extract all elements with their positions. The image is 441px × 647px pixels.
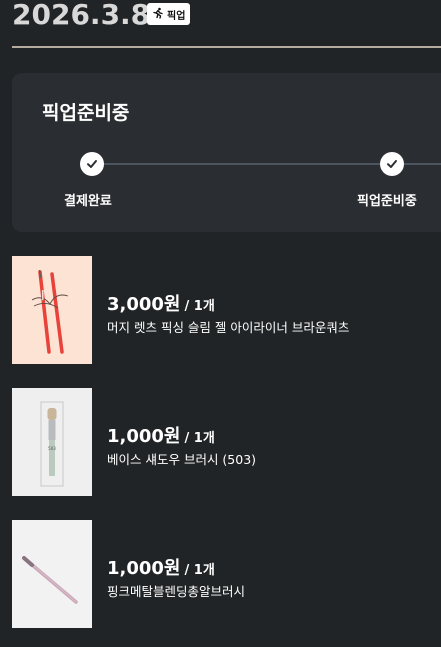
order-date: 2026.3.8 (12, 0, 151, 31)
product-thumbnail-eyeliner (12, 256, 92, 364)
item-price-row: 1,000원 / 1개 (107, 422, 215, 448)
item-name: 핑크메탈블렌딩총알브러시 (107, 584, 246, 599)
product-thumbnail-pink-brush (12, 520, 92, 628)
order-item[interactable]: 503 1,000원 / 1개 베이스 섀도우 브러시 (503) (12, 388, 432, 496)
item-quantity: / 1개 (184, 563, 215, 578)
item-price-row: 3,000원 / 1개 (107, 290, 215, 316)
item-price: 3,000원 (107, 294, 181, 315)
runner-icon (152, 7, 164, 22)
item-price: 1,000원 (107, 426, 181, 447)
item-name: 베이스 섀도우 브러시 (503) (107, 452, 257, 467)
step-pickup-preparing-label: 픽업준비중 (357, 194, 417, 209)
header-divider (12, 46, 441, 48)
order-item[interactable]: 3,000원 / 1개 머지 렛츠 픽싱 슬림 젤 아이라이너 브라운쿼츠 (12, 256, 432, 364)
step-payment-complete-label: 결제완료 (64, 194, 112, 209)
pickup-badge: 픽업 (147, 3, 191, 25)
order-status-card: 픽업준비중 결제완료 픽업준비중 (12, 73, 441, 232)
product-thumbnail-shadow-brush: 503 (12, 388, 92, 496)
svg-text:503: 503 (48, 446, 56, 451)
item-quantity: / 1개 (184, 431, 215, 446)
order-header: 2026.3.8 픽업 (12, 0, 441, 48)
step-pickup-preparing-check-icon (380, 152, 404, 176)
order-item[interactable]: 1,000원 / 1개 핑크메탈블렌딩총알브러시 (12, 520, 432, 628)
item-name: 머지 렛츠 픽싱 슬림 젤 아이라이너 브라운쿼츠 (107, 320, 350, 335)
item-quantity: / 1개 (184, 299, 215, 314)
item-price: 1,000원 (107, 558, 181, 579)
item-price-row: 1,000원 / 1개 (107, 554, 215, 580)
pickup-badge-label: 픽업 (167, 10, 186, 22)
step-payment-complete-check-icon (80, 152, 104, 176)
status-title: 픽업준비중 (42, 102, 130, 124)
